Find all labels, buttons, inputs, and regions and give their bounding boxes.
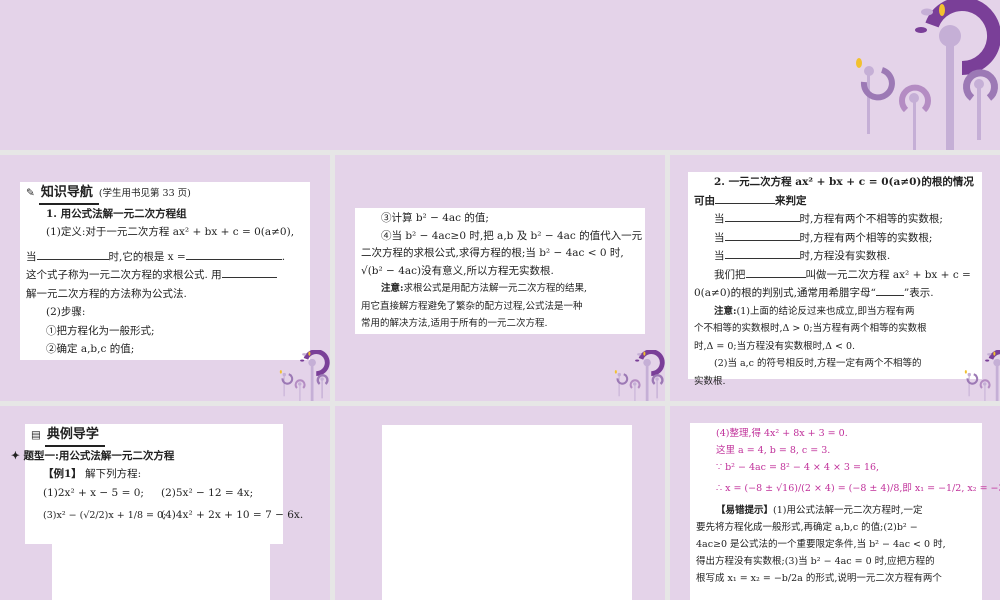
content-card: ③计算 b² − 4ac 的值; ④当 b² − 4ac≥0 时,把 a,b 及… [355,208,645,334]
slide-discriminant: 2. 一元二次方程 ax² + bx + c = 0(a≠0)的根的情况 可由 来… [670,155,1000,401]
fill-blank[interactable] [724,247,800,259]
text-line: 实数根. [694,375,726,387]
text-line: 这个式子称为一元二次方程的求根公式. 用 [26,269,222,281]
solution-line: 这里 a = 4, b = 8, c = 3. [716,445,831,456]
slide-solution: (4)整理,得 4x² + 8x + 3 = 0. 这里 a = 4, b = … [670,406,1000,600]
example-label: 【例1】 [43,468,82,480]
text-line: 时,Δ = 0;当方程没有实数根时,Δ < 0. [694,340,856,352]
text-line: ③计算 b² − 4ac 的值; [381,212,489,224]
text-line: √(b² − 4ac)没有意义,所以方程无实数根. [361,264,554,277]
slide-blank [335,406,665,600]
text-line: 当 [714,213,725,225]
content-card: ✎ 知识导航 (学生用书见第 33 页) 1. 用公式法解一元二次方程组 (1)定义… [20,182,310,360]
flower-decoration-icon [275,350,330,401]
tip-label: 【易错提示】 [716,505,774,516]
solution-line: ∴ x = (−8 ± √16)/(2 × 4) = (−8 ± 4)/8,即 … [716,483,1000,494]
fill-blank[interactable] [715,192,775,204]
text-line: 求根公式是用配方法解一元二次方程的结果, [403,283,588,294]
fill-blank[interactable] [745,266,806,278]
text-line: (1)定义:对于一元二次方程 ax² + bx + c = 0(a≠0), [46,226,295,238]
slide-examples: ▤ 典例导学 ✦ 题型一:用公式法解一元二次方程 【例1】 解下列方程: (1)2… [0,406,330,600]
star-icon: ✦ [11,449,24,462]
blank-card [382,425,632,600]
text-line: 解下列方程: [85,468,142,480]
text-line: 个不相等的实数根时,Δ > 0;当方程有两个相等的实数根 [694,323,927,334]
text-line: 0(a≠0)的根的判别式,通常用希腊字母“ [694,287,876,299]
subsection-title: 2. 一元二次方程 ax² + bx + c = 0(a≠0)的根的情况 [714,176,974,188]
problem: (4)4x² + 2x + 10 = 7 − 6x. [161,509,304,521]
text-line: 4ac≥0 是公式法的一个重要限定条件,当 b² − 4ac < 0 时, [696,539,946,550]
note-label: 注意: [381,283,404,294]
text-line: (2)步骤: [46,306,86,318]
text-line: (2)当 a,c 的符号相反时,方程一定有两个不相等的 [714,358,922,369]
fill-blank[interactable] [875,284,904,296]
text-line: 要先将方程化成一般形式,再确定 a,b,c 的值;(2)b² − [696,522,918,533]
text-line: 用它直接解方程避免了繁杂的配方过程,公式法是一种 [361,300,583,312]
text-line: 当 [26,250,37,263]
text-line: 根写成 x₁ = x₂ = −b/2a 的形式,说明一元二次方程有两个 [696,573,942,584]
text-line: (1)用公式法解一元二次方程时,一定 [773,505,923,516]
fill-blank[interactable] [221,266,277,278]
text-line: 时,方程有两个相等的实数根; [799,231,933,244]
text-line: 我们把 [714,268,746,281]
type-title: 题型一:用公式法解一元二次方程 [23,449,175,462]
section-header: 知识导航 [38,184,99,205]
text-line: 时,方程有两个不相等的实数根; [799,213,943,225]
content-card: (4)整理,得 4x² + 8x + 3 = 0. 这里 a = 4, b = … [690,423,1000,600]
text-line: 来判定 [775,194,807,207]
text-line: ”表示. [903,287,934,299]
content-card: ▤ 典例导学 ✦ 题型一:用公式法解一元二次方程 【例1】 解下列方程: (1)2… [11,424,303,544]
text-line: 时,方程没有实数根. [799,250,891,262]
solution-line: ∵ b² − 4ac = 8² − 4 × 4 × 3 = 16, [716,462,880,473]
text-line: 二次方程的求根公式,求得方程的根;当 b² − 4ac < 0 时, [361,247,624,259]
text-line: ④当 b² − 4ac≥0 时,把 a,b 及 b² − 4ac 的值代入一元 [381,229,643,242]
problem: (3)x² − (√2/2)x + 1/8 = 0; [43,510,167,521]
title-slide [0,0,1000,150]
section-header: 典例导学 [44,426,105,447]
flower-decoration-icon [842,0,1000,150]
fill-blank[interactable] [185,248,282,260]
note-label: 注意: [714,305,737,317]
flower-decoration-icon [960,350,1000,401]
text-line: 叫做一元二次方程 ax² + bx + c = [805,268,971,281]
fill-blank[interactable] [724,210,800,222]
text-line: 解一元二次方程的方法称为公式法. [26,287,187,300]
fill-blank[interactable] [724,229,800,241]
text-line: 时,它的根是 x = [108,250,186,263]
slide-knowledge-guide: ✎ 知识导航 (学生用书见第 33 页) 1. 用公式法解一元二次方程组 (1)定义… [0,155,330,401]
book-stack-icon: ▤ [31,429,41,441]
text-line: ②确定 a,b,c 的值; [46,343,135,355]
problem: (1)2x² + x − 5 = 0; [43,486,144,499]
pencil-book-icon: ✎ [26,187,35,199]
content-card: 2. 一元二次方程 ax² + bx + c = 0(a≠0)的根的情况 可由 来… [688,172,982,387]
text-line: (1)上面的结论反过来也成立,即当方程有两 [736,305,915,317]
flower-decoration-icon [610,350,665,401]
text-line: 当 [714,250,725,262]
text-line: 当 [714,231,725,244]
text-line: 常用的解决方法,适用于所有的一元二次方程. [361,318,548,329]
fill-blank[interactable] [36,248,109,260]
text-line: 可由 [694,194,715,207]
slide-steps: ③计算 b² − 4ac 的值; ④当 b² − 4ac≥0 时,把 a,b 及… [335,155,665,401]
problem: (2)5x² − 12 = 4x; [161,486,254,499]
solution-line: (4)整理,得 4x² + 8x + 3 = 0. [716,428,848,439]
text-line: 得出方程没有实数根;(3)当 b² − 4ac = 0 时,应把方程的 [696,556,935,567]
page-reference: (学生用书见第 33 页) [98,188,191,199]
subsection-title: 1. 用公式法解一元二次方程组 [46,207,187,220]
blank-card [52,536,270,600]
text-line: ①把方程化为一般形式; [46,324,155,337]
